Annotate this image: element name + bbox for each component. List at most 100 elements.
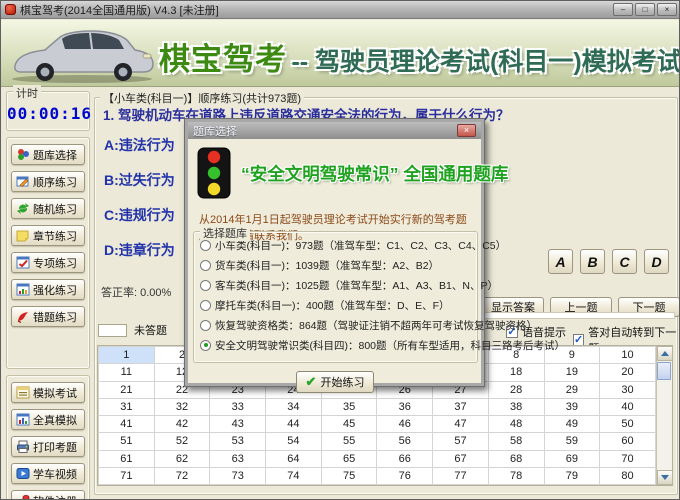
table-cell[interactable]: 57 — [432, 432, 489, 451]
dialog-close-icon[interactable]: × — [457, 124, 476, 137]
table-cell[interactable]: 63 — [209, 449, 267, 468]
option-d[interactable]: D:违章行为 — [104, 240, 175, 260]
radio-icon[interactable] — [200, 259, 211, 271]
table-cell[interactable]: 36 — [376, 397, 434, 417]
scroll-up-icon[interactable] — [656, 346, 673, 361]
table-cell[interactable]: 71 — [98, 466, 155, 486]
table-cell[interactable]: 73 — [209, 466, 267, 486]
table-cell[interactable]: 19 — [543, 363, 601, 382]
table-cell[interactable]: 78 — [487, 466, 545, 486]
sidebar-item-special-practice[interactable]: 专项练习 — [11, 252, 85, 273]
bank-option-restore-license[interactable]: 恢复驾驶资格类：864题（驾驶证注销不超两年可考试恢复驾驶资格） — [200, 318, 537, 332]
radio-icon[interactable] — [200, 339, 211, 351]
table-cell[interactable]: 76 — [376, 466, 434, 486]
sidebar-item-random-practice[interactable]: 随机练习 — [11, 198, 85, 219]
table-cell[interactable]: 48 — [487, 414, 545, 434]
table-cell[interactable]: 45 — [320, 414, 378, 434]
maximize-icon[interactable]: □ — [635, 3, 655, 16]
start-practice-button[interactable]: ✔ 开始练习 — [296, 371, 374, 393]
table-cell[interactable]: 80 — [599, 466, 656, 486]
sidebar-item-full-simulation[interactable]: 全真模拟 — [11, 409, 85, 430]
sidebar-item-wrong-question-practice[interactable]: 错题练习 — [11, 306, 85, 327]
sidebar-item-software-register[interactable]: 软件注册 — [11, 490, 85, 499]
table-cell[interactable]: 39 — [543, 397, 601, 417]
table-cell[interactable]: 62 — [153, 449, 211, 468]
table-cell[interactable]: 47 — [432, 414, 489, 434]
answer-a-button[interactable]: A — [548, 249, 573, 274]
table-cell[interactable]: 18 — [487, 363, 545, 382]
table-cell[interactable]: 31 — [98, 397, 155, 417]
table-cell[interactable]: 70 — [599, 449, 656, 468]
scrollbar-thumb[interactable] — [657, 362, 672, 380]
table-cell[interactable]: 44 — [265, 414, 322, 434]
answer-b-button[interactable]: B — [580, 249, 605, 274]
table-cell[interactable]: 42 — [153, 414, 211, 434]
table-cell[interactable]: 34 — [265, 397, 322, 417]
scroll-down-icon[interactable] — [656, 470, 673, 485]
answer-c-button[interactable]: C — [612, 249, 637, 274]
table-cell[interactable]: 56 — [376, 432, 434, 451]
table-cell[interactable]: 1 — [98, 345, 155, 365]
table-cell[interactable]: 38 — [487, 397, 545, 417]
table-cell[interactable]: 66 — [376, 449, 434, 468]
answer-d-button[interactable]: D — [644, 249, 669, 274]
sidebar-item-driving-videos[interactable]: 学车视频 — [11, 463, 85, 484]
option-a[interactable]: A:违法行为 — [104, 135, 175, 155]
sidebar-item-mock-exam[interactable]: 模拟考试 — [11, 382, 85, 403]
title-bar[interactable]: 棋宝驾考(2014全国通用版) V4.3 [未注册] – □ × — [1, 1, 679, 19]
table-cell[interactable]: 65 — [320, 449, 378, 468]
bank-option-bus[interactable]: 客车类(科目一)：1025题（准驾车型：A1、A3、B1、N、P） — [200, 278, 498, 292]
table-cell[interactable]: 60 — [599, 432, 656, 451]
radio-icon[interactable] — [200, 279, 211, 291]
close-icon[interactable]: × — [657, 3, 677, 16]
table-cell[interactable]: 41 — [98, 414, 155, 434]
table-cell[interactable]: 55 — [320, 432, 378, 451]
bank-option-truck[interactable]: 货车类(科目一)：1039题（准驾车型：A2、B2） — [200, 258, 477, 272]
table-cell[interactable]: 52 — [153, 432, 211, 451]
table-cell[interactable]: 35 — [320, 397, 378, 417]
table-cell[interactable]: 20 — [599, 363, 656, 382]
vertical-scrollbar[interactable] — [655, 346, 673, 485]
bank-option-safe-civilized[interactable]: 安全文明驾驶常识类(科目四)：800题（所有车型适用，科目三路考后考试） — [200, 338, 565, 352]
table-cell[interactable]: 67 — [432, 449, 489, 468]
table-cell[interactable]: 59 — [543, 432, 601, 451]
table-cell[interactable]: 11 — [98, 363, 155, 382]
table-cell[interactable]: 72 — [153, 466, 211, 486]
sidebar-item-intensive-practice[interactable]: 强化练习 — [11, 279, 85, 300]
table-cell[interactable]: 53 — [209, 432, 267, 451]
table-cell[interactable]: 51 — [98, 432, 155, 451]
table-cell[interactable]: 68 — [487, 449, 545, 468]
table-cell[interactable]: 10 — [599, 345, 656, 365]
table-cell[interactable]: 77 — [432, 466, 489, 486]
table-cell[interactable]: 54 — [265, 432, 322, 451]
sidebar-item-sequential-practice[interactable]: 顺序练习 — [11, 171, 85, 192]
radio-icon[interactable] — [200, 319, 211, 331]
table-cell[interactable]: 69 — [543, 449, 601, 468]
option-c[interactable]: C:违规行为 — [104, 205, 175, 225]
table-cell[interactable]: 33 — [209, 397, 267, 417]
table-cell[interactable]: 40 — [599, 397, 656, 417]
table-cell[interactable]: 32 — [153, 397, 211, 417]
table-cell[interactable]: 46 — [376, 414, 434, 434]
radio-icon[interactable] — [200, 239, 211, 251]
dialog-title-bar[interactable]: 题库选择 × — [188, 122, 481, 139]
table-cell[interactable]: 43 — [209, 414, 267, 434]
table-cell[interactable]: 79 — [543, 466, 601, 486]
table-cell[interactable]: 30 — [599, 380, 656, 399]
table-cell[interactable]: 58 — [487, 432, 545, 451]
table-cell[interactable]: 28 — [487, 380, 545, 399]
table-cell[interactable]: 74 — [265, 466, 322, 486]
table-cell[interactable]: 29 — [543, 380, 601, 399]
table-cell[interactable]: 37 — [432, 397, 489, 417]
table-cell[interactable]: 61 — [98, 449, 155, 468]
sidebar-item-chapter-practice[interactable]: 章节练习 — [11, 225, 85, 246]
table-cell[interactable]: 50 — [599, 414, 656, 434]
minimize-icon[interactable]: – — [613, 3, 633, 16]
table-cell[interactable]: 64 — [265, 449, 322, 468]
radio-icon[interactable] — [200, 299, 211, 311]
sidebar-item-print-questions[interactable]: 打印考题 — [11, 436, 85, 457]
table-cell[interactable]: 49 — [543, 414, 601, 434]
table-cell[interactable]: 21 — [98, 380, 155, 399]
sidebar-item-bank-select[interactable]: 题库选择 — [11, 144, 85, 165]
option-b[interactable]: B:过失行为 — [104, 170, 175, 190]
